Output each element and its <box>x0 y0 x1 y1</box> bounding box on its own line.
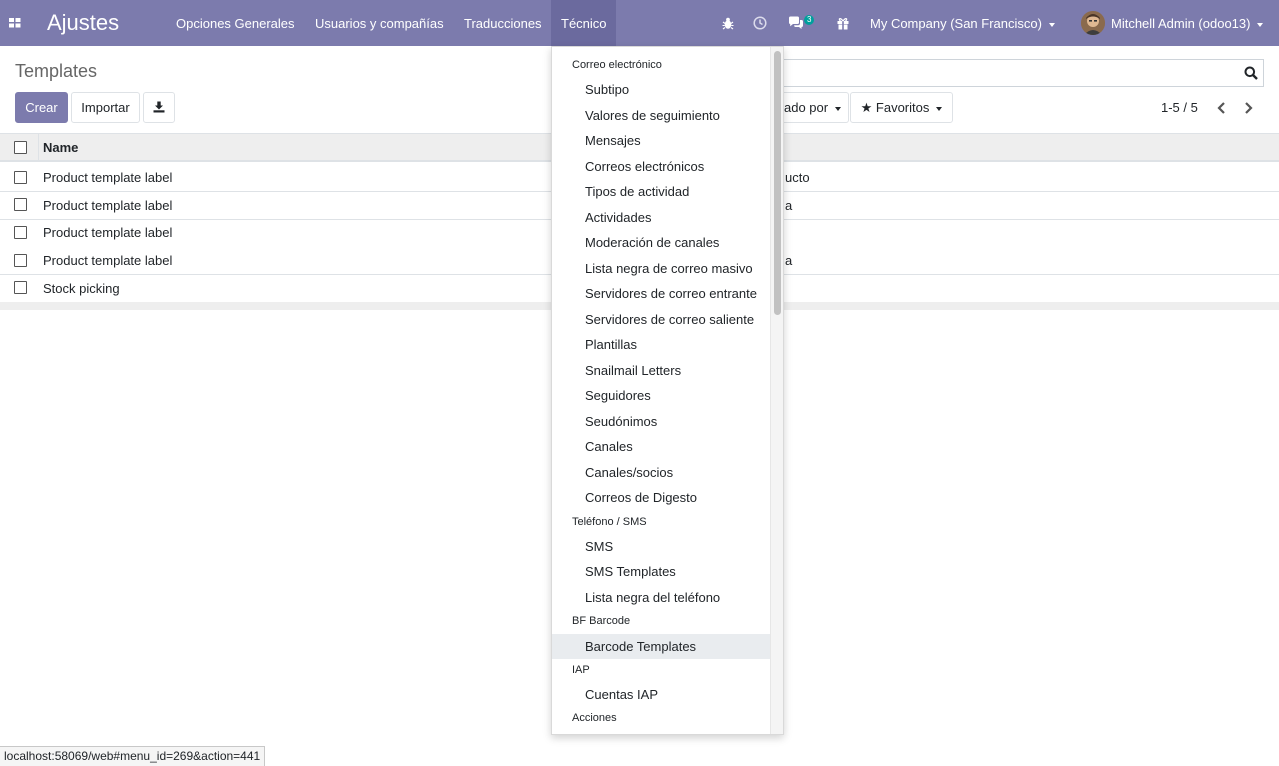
dropdown-item-correos-electronicos[interactable]: Correos electrónicos <box>552 159 770 174</box>
dropdown-item-sms-templates[interactable]: SMS Templates <box>552 564 770 579</box>
dropdown-section-header: Correo electrónico <box>572 59 662 71</box>
dropdown-section-header: BF Barcode <box>572 615 631 627</box>
star-icon: ★ <box>860 100 873 115</box>
dropdown-item-valores-seguimiento[interactable]: Valores de seguimiento <box>552 108 770 123</box>
favorites-label: Favoritos <box>875 100 930 115</box>
create-button[interactable]: Crear <box>15 92 68 123</box>
dropdown-item-actividades[interactable]: Actividades <box>552 210 770 225</box>
row-value: a <box>785 253 793 268</box>
row-checkbox[interactable] <box>14 281 27 294</box>
app-brand[interactable]: Ajustes <box>47 9 119 37</box>
dropdown-item-snailmail-letters[interactable]: Snailmail Letters <box>552 363 770 378</box>
download-button[interactable] <box>143 92 175 123</box>
menu-traducciones[interactable]: Traducciones <box>454 0 552 46</box>
row-checkbox[interactable] <box>14 226 27 239</box>
select-all-checkbox[interactable] <box>14 141 27 154</box>
dropdown-item-tipos-actividad[interactable]: Tipos de actividad <box>552 184 770 199</box>
dropdown-item-seudonimos[interactable]: Seudónimos <box>552 414 770 429</box>
row-checkbox[interactable] <box>14 171 27 184</box>
dropdown-item-seguidores[interactable]: Seguidores <box>552 388 770 403</box>
company-name: My Company (San Francisco) <box>870 16 1042 31</box>
caret-down-icon <box>1048 22 1055 27</box>
caret-down-icon <box>835 106 842 111</box>
row-name: Product template label <box>43 225 173 240</box>
menu-tecnico[interactable]: Técnico <box>551 0 616 46</box>
messaging-chat-icon[interactable] <box>787 0 805 46</box>
dropdown-section-header: Teléfono / SMS <box>572 516 647 528</box>
search-icon[interactable] <box>1238 60 1263 86</box>
dropdown-item-servidores-entrante[interactable]: Servidores de correo entrante <box>552 286 770 301</box>
dropdown-scrollbar-thumb[interactable] <box>774 51 781 315</box>
caret-down-icon <box>1257 22 1264 27</box>
dropdown-item-correos-digesto[interactable]: Correos de Digesto <box>552 490 770 505</box>
top-navbar: Ajustes Opciones Generales Usuarios y co… <box>0 0 1279 46</box>
row-value: a <box>785 198 793 213</box>
dropdown-item-canales-socios[interactable]: Canales/socios <box>552 465 770 480</box>
dropdown-section-header: Acciones <box>572 712 617 724</box>
pager-value[interactable]: 1-5 / 5 <box>1161 100 1198 115</box>
dropdown-item-plantillas[interactable]: Plantillas <box>552 337 770 352</box>
dropdown-item-servidores-saliente[interactable]: Servidores de correo saliente <box>552 312 770 327</box>
dropdown-item-lista-negra-telefono[interactable]: Lista negra del teléfono <box>552 590 770 605</box>
download-icon <box>153 101 165 113</box>
messages-count-badge: 3 <box>804 15 815 25</box>
dropdown-item-lista-negra-correo[interactable]: Lista negra de correo masivo <box>552 261 770 276</box>
dropdown-item-cuentas-iap[interactable]: Cuentas IAP <box>552 687 770 702</box>
row-checkbox[interactable] <box>14 254 27 267</box>
pager-previous-icon[interactable] <box>1213 99 1229 117</box>
page-title: Templates <box>15 61 98 81</box>
dropdown-item-barcode-templates[interactable]: Barcode Templates <box>552 634 770 659</box>
row-checkbox[interactable] <box>14 198 27 211</box>
row-value: ucto <box>785 170 810 185</box>
row-name: Stock picking <box>43 281 120 296</box>
dropdown-section-header: IAP <box>572 664 590 676</box>
header-divider <box>38 134 39 161</box>
column-header-name[interactable]: Name <box>43 140 78 155</box>
import-button[interactable]: Importar <box>71 92 140 123</box>
caret-down-icon <box>936 106 943 111</box>
menu-opciones-generales[interactable]: Opciones Generales <box>166 0 305 46</box>
group-by-label: ado por <box>784 100 829 115</box>
row-name: Product template label <box>43 253 173 268</box>
row-name: Product template label <box>43 198 173 213</box>
dropdown-item-mensajes[interactable]: Mensajes <box>552 133 770 148</box>
activities-clock-icon[interactable] <box>752 0 768 46</box>
row-name: Product template label <box>43 170 173 185</box>
tecnico-dropdown-menu: Correo electrónico Subtipo Valores de se… <box>551 46 784 735</box>
pager-next-icon[interactable] <box>1240 99 1256 117</box>
dropdown-item-subtipo[interactable]: Subtipo <box>552 82 770 97</box>
browser-status-url: localhost:58069/web#menu_id=269&action=4… <box>0 746 266 766</box>
user-name: Mitchell Admin (odoo13) <box>1111 16 1251 31</box>
dropdown-scrollbar[interactable] <box>770 47 783 734</box>
dropdown-item-moderacion-canales[interactable]: Moderación de canales <box>552 235 770 250</box>
dropdown-item-canales[interactable]: Canales <box>552 439 770 454</box>
search-input[interactable] <box>784 59 1264 87</box>
user-avatar[interactable] <box>1081 11 1105 35</box>
company-switcher[interactable]: My Company (San Francisco) <box>870 0 1055 46</box>
dropdown-item-sms[interactable]: SMS <box>552 539 770 554</box>
gift-icon[interactable] <box>835 0 851 46</box>
apps-menu-icon[interactable] <box>0 0 30 46</box>
favorites-button[interactable]: ★ Favoritos <box>850 92 953 123</box>
user-menu[interactable]: Mitchell Admin (odoo13) <box>1111 0 1264 46</box>
debug-bug-icon[interactable] <box>720 0 736 46</box>
menu-usuarios-companias[interactable]: Usuarios y compañías <box>305 0 454 46</box>
